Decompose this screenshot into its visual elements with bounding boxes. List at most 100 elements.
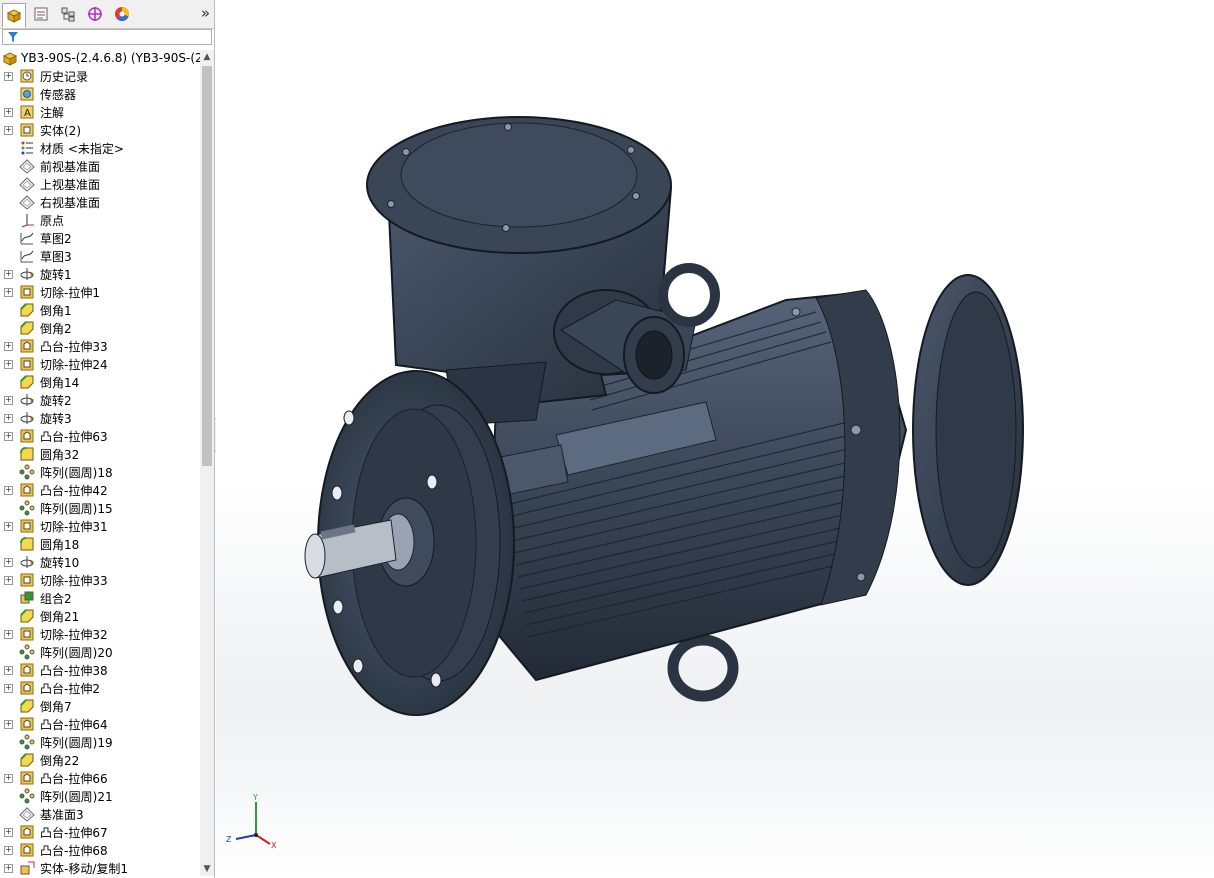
tree-item[interactable]: + 切除-拉伸1 bbox=[0, 283, 200, 301]
expand-toggle-icon[interactable]: + bbox=[4, 270, 13, 279]
tree-item[interactable]: 阵列(圆周)19 bbox=[0, 733, 200, 751]
tree-item[interactable]: + 凸台-拉伸68 bbox=[0, 841, 200, 859]
expand-toggle-icon[interactable]: + bbox=[4, 864, 13, 873]
tree-item[interactable]: 倒角21 bbox=[0, 607, 200, 625]
tree-item[interactable]: + 历史记录 bbox=[0, 67, 200, 85]
tree-item[interactable]: 倒角1 bbox=[0, 301, 200, 319]
tree-item[interactable]: + 切除-拉伸32 bbox=[0, 625, 200, 643]
tree-item[interactable]: 倒角2 bbox=[0, 319, 200, 337]
expand-toggle-icon[interactable]: + bbox=[4, 396, 13, 405]
tree-item[interactable]: 圆角18 bbox=[0, 535, 200, 553]
tree-item[interactable]: 基准面3 bbox=[0, 805, 200, 823]
expand-toggle-icon[interactable]: + bbox=[4, 522, 13, 531]
tree-item[interactable]: 前视基准面 bbox=[0, 157, 200, 175]
expand-toggle-icon[interactable]: + bbox=[4, 414, 13, 423]
scrollbar-thumb[interactable] bbox=[202, 66, 212, 466]
tree-item-label: 草图2 bbox=[40, 232, 72, 246]
tree-item-label: 传感器 bbox=[40, 88, 77, 102]
tree-item[interactable]: 阵列(圆周)20 bbox=[0, 643, 200, 661]
revolve-icon bbox=[20, 556, 34, 568]
tree-item[interactable]: + 凸台-拉伸67 bbox=[0, 823, 200, 841]
tree-item-label: 阵列(圆周)20 bbox=[40, 646, 113, 660]
tree-item[interactable]: 原点 bbox=[0, 211, 200, 229]
expand-toggle-icon[interactable]: + bbox=[4, 342, 13, 351]
tree-item-label: 倒角7 bbox=[40, 700, 72, 714]
configurationmanager-tab[interactable] bbox=[56, 3, 80, 25]
tree-item[interactable]: + 凸台-拉伸63 bbox=[0, 427, 200, 445]
tree-item[interactable]: + 凸台-拉伸2 bbox=[0, 679, 200, 697]
tree-item[interactable]: 阵列(圆周)15 bbox=[0, 499, 200, 517]
tree-item[interactable]: + 凸台-拉伸38 bbox=[0, 661, 200, 679]
origin-icon bbox=[21, 214, 34, 228]
tree-filter-input[interactable] bbox=[2, 29, 212, 45]
tree-item[interactable]: + 切除-拉伸24 bbox=[0, 355, 200, 373]
tree-item[interactable]: 组合2 bbox=[0, 589, 200, 607]
tree-item-label: 切除-拉伸31 bbox=[40, 520, 108, 534]
tree-item[interactable]: 上视基准面 bbox=[0, 175, 200, 193]
expand-toggle-icon[interactable]: + bbox=[4, 576, 13, 585]
expand-toggle-icon[interactable]: + bbox=[4, 72, 13, 81]
tree-item[interactable]: + 凸台-拉伸66 bbox=[0, 769, 200, 787]
expand-toggle-icon[interactable]: + bbox=[4, 846, 13, 855]
tree-item[interactable]: + A 注解 bbox=[0, 103, 200, 121]
dimxpert-tab[interactable] bbox=[83, 3, 107, 25]
expand-toggle-icon[interactable]: + bbox=[4, 108, 13, 117]
tree-item[interactable]: + 旋转2 bbox=[0, 391, 200, 409]
expand-toggle-icon[interactable]: + bbox=[4, 630, 13, 639]
tree-item[interactable]: 草图2 bbox=[0, 229, 200, 247]
expand-toggle-icon[interactable]: + bbox=[4, 288, 13, 297]
expand-toggle-icon[interactable]: + bbox=[4, 720, 13, 729]
scroll-up-arrow-icon[interactable]: ▲ bbox=[200, 50, 214, 64]
tree-item[interactable]: 右视基准面 bbox=[0, 193, 200, 211]
tree-item[interactable]: 传感器 bbox=[0, 85, 200, 103]
tree-root-part[interactable]: YB3-90S-(2.4.6.8) (YB3-90S-(2.4.6.8) bbox=[0, 50, 200, 67]
tree-item[interactable]: 倒角22 bbox=[0, 751, 200, 769]
chamfer-icon bbox=[20, 321, 34, 335]
expand-toggle-icon[interactable]: + bbox=[4, 666, 13, 675]
expand-toggle-icon[interactable]: + bbox=[4, 684, 13, 693]
tree-item[interactable]: 材质 <未指定> bbox=[0, 139, 200, 157]
expand-toggle-icon[interactable]: + bbox=[4, 486, 13, 495]
tree-item[interactable]: + 切除-拉伸33 bbox=[0, 571, 200, 589]
expand-panel-button[interactable]: » bbox=[201, 4, 210, 22]
tree-item[interactable]: 阵列(圆周)18 bbox=[0, 463, 200, 481]
tree-item[interactable]: + 凸台-拉伸64 bbox=[0, 715, 200, 733]
combine-icon bbox=[20, 591, 34, 604]
view-orientation-triad: Y X Z bbox=[226, 793, 277, 850]
tree-item[interactable]: + 凸台-拉伸42 bbox=[0, 481, 200, 499]
material-icon bbox=[21, 141, 33, 155]
tree-item-label: 旋转2 bbox=[40, 394, 72, 408]
expand-toggle-icon[interactable]: + bbox=[4, 432, 13, 441]
expand-toggle-icon[interactable]: + bbox=[4, 558, 13, 567]
tree-item[interactable]: 倒角14 bbox=[0, 373, 200, 391]
boss-extrude-icon bbox=[20, 663, 34, 677]
tree-item-label: 旋转10 bbox=[40, 556, 80, 570]
featuremanager-tab[interactable] bbox=[2, 3, 26, 28]
displaymanager-icon bbox=[115, 7, 129, 22]
tree-item[interactable]: + 切除-拉伸31 bbox=[0, 517, 200, 535]
propertymanager-tab[interactable] bbox=[29, 3, 53, 25]
graphics-viewport[interactable]: Y X Z bbox=[216, 0, 1214, 878]
tree-item[interactable]: + 旋转3 bbox=[0, 409, 200, 427]
expand-toggle-icon[interactable]: + bbox=[4, 774, 13, 783]
expand-toggle-icon[interactable]: + bbox=[4, 360, 13, 369]
tree-item[interactable]: + 旋转10 bbox=[0, 553, 200, 571]
displaymanager-tab[interactable] bbox=[110, 3, 134, 25]
tree-item[interactable]: + 凸台-拉伸33 bbox=[0, 337, 200, 355]
tree-item[interactable]: + 实体(2) bbox=[0, 121, 200, 139]
scroll-down-arrow-icon[interactable]: ▼ bbox=[200, 862, 214, 876]
sensor-icon bbox=[20, 87, 34, 101]
tree-scrollbar[interactable]: ▲ ▼ bbox=[200, 50, 214, 876]
tree-item[interactable]: + 实体-移动/复制1 bbox=[0, 859, 200, 877]
expand-toggle-icon[interactable]: + bbox=[4, 828, 13, 837]
expand-toggle-icon[interactable]: + bbox=[4, 126, 13, 135]
tree-item[interactable]: + 旋转1 bbox=[0, 265, 200, 283]
tree-item[interactable]: 草图3 bbox=[0, 247, 200, 265]
tree-item-label: 切除-拉伸33 bbox=[40, 574, 108, 588]
tree-item[interactable]: 圆角32 bbox=[0, 445, 200, 463]
boss-extrude-icon bbox=[20, 771, 34, 785]
tree-item[interactable]: 倒角7 bbox=[0, 697, 200, 715]
tree-item[interactable]: 阵列(圆周)21 bbox=[0, 787, 200, 805]
tree-item-label: 切除-拉伸24 bbox=[40, 358, 108, 372]
bottom-lifting-eye bbox=[667, 634, 739, 702]
